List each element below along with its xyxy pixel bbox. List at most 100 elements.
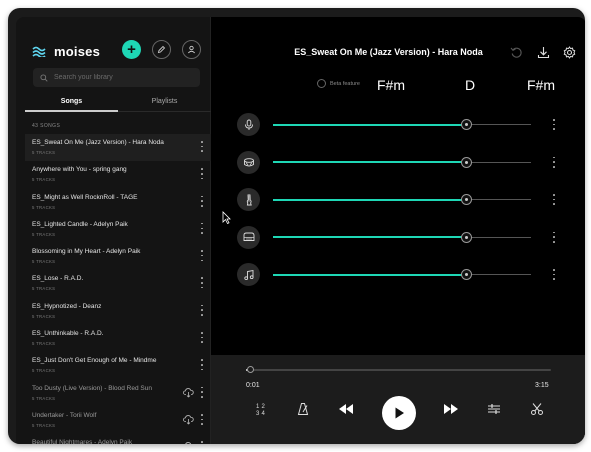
song-list-item[interactable]: Beautiful Nightmares - Adelyn Paik5 TRAC… bbox=[25, 434, 211, 444]
song-list-item[interactable]: ES_Just Don't Get Enough of Me - Mindme 5… bbox=[25, 352, 211, 379]
song-list-item[interactable]: Undertaker - Torii Wolf 5 TRACKS bbox=[25, 407, 211, 434]
progress-slider[interactable] bbox=[246, 366, 551, 373]
tab-playlists[interactable]: Playlists bbox=[118, 91, 211, 111]
song-item-tracks: 5 TRACKS bbox=[32, 286, 56, 292]
volume-knob[interactable] bbox=[461, 156, 472, 168]
player-main: ES_Sweat On Me (Jazz Version) - Hara Nod… bbox=[211, 17, 585, 444]
download-icon bbox=[537, 47, 550, 59]
library-search[interactable] bbox=[33, 68, 200, 87]
drums-stem-button[interactable] bbox=[237, 150, 260, 174]
song-item-title: ES_Just Don't Get Enough of Me - Mindme bbox=[32, 357, 157, 365]
metronome-button[interactable] bbox=[294, 400, 312, 418]
bass-volume-slider[interactable] bbox=[273, 194, 531, 205]
song-item-tracks: 5 TRACKS bbox=[32, 368, 56, 374]
other-stem-button[interactable] bbox=[237, 263, 260, 286]
bass-options-button[interactable] bbox=[552, 194, 556, 205]
trim-button[interactable] bbox=[528, 400, 546, 418]
music-note-icon bbox=[243, 269, 254, 280]
beta-feature-badge[interactable]: Beta feature bbox=[317, 79, 360, 88]
song-item-tracks: 5 TRACKS bbox=[32, 313, 56, 319]
song-item-tracks: 5 TRACKS bbox=[32, 341, 56, 347]
stem-row-bass bbox=[237, 188, 585, 226]
moises-app: moises + Songs Playlists bbox=[16, 17, 585, 444]
rewind-icon bbox=[339, 404, 353, 414]
chord-next: D bbox=[465, 77, 476, 93]
account-button[interactable] bbox=[182, 40, 201, 59]
undo-icon bbox=[510, 47, 522, 58]
song-options-button[interactable] bbox=[200, 222, 204, 234]
song-item-title: ES_Lose - R.A.D. bbox=[32, 275, 84, 283]
volume-knob[interactable] bbox=[461, 119, 472, 130]
pitch-speed-button[interactable] bbox=[485, 400, 503, 418]
song-item-title: ES_Unthinkable - R.A.D. bbox=[32, 330, 104, 338]
volume-knob[interactable] bbox=[461, 269, 472, 280]
drums-volume-slider[interactable] bbox=[273, 156, 531, 168]
settings-button[interactable] bbox=[563, 46, 576, 59]
metronome-icon bbox=[297, 403, 309, 415]
chord-current: F#m bbox=[377, 77, 405, 93]
song-options-button[interactable] bbox=[200, 332, 204, 344]
fast-forward-button[interactable] bbox=[442, 400, 460, 418]
cloud-download-icon[interactable] bbox=[183, 412, 194, 425]
song-item-tracks: 5 TRACKS bbox=[32, 204, 56, 210]
pencil-icon bbox=[157, 45, 166, 54]
play-button[interactable] bbox=[382, 396, 416, 430]
piano-stem-button[interactable] bbox=[237, 225, 260, 249]
song-options-button[interactable] bbox=[200, 250, 204, 262]
rewind-button[interactable] bbox=[337, 400, 355, 418]
song-options-button[interactable] bbox=[200, 168, 204, 180]
drums-options-button[interactable] bbox=[552, 156, 556, 168]
bass-stem-button[interactable] bbox=[237, 188, 260, 211]
volume-knob[interactable] bbox=[461, 194, 472, 205]
song-list-item[interactable]: ES_Lighted Candle - Adelyn Paik 5 TRACKS bbox=[25, 216, 211, 243]
song-list-item[interactable]: Too Dusty (Live Version) - Blood Red Sun… bbox=[25, 380, 211, 407]
cloud-download-icon[interactable] bbox=[183, 385, 194, 398]
song-item-title: ES_Might as Well RocknRoll - TAGE bbox=[32, 193, 138, 201]
piano-options-button[interactable] bbox=[552, 231, 556, 243]
svg-text:2: 2 bbox=[262, 404, 266, 410]
song-list-item[interactable]: ES_Hypnotized - Deanz 5 TRACKS bbox=[25, 298, 211, 325]
song-item-title: Undertaker - Torii Wolf bbox=[32, 411, 97, 419]
undo-button[interactable] bbox=[510, 46, 523, 59]
volume-knob[interactable] bbox=[461, 231, 472, 243]
bass-guitar-icon bbox=[246, 194, 252, 205]
song-options-button[interactable] bbox=[200, 141, 204, 152]
song-options-button[interactable] bbox=[200, 413, 204, 425]
song-item-title: ES_Lighted Candle - Adelyn Paik bbox=[32, 220, 128, 228]
other-volume-slider[interactable] bbox=[273, 269, 531, 280]
cloud-download-icon[interactable] bbox=[183, 439, 194, 444]
song-options-button[interactable] bbox=[200, 386, 204, 398]
progress-knob[interactable] bbox=[246, 366, 254, 373]
song-list-item[interactable]: ES_Sweat On Me (Jazz Version) - Hara Nod… bbox=[25, 134, 211, 162]
tab-songs[interactable]: Songs bbox=[25, 91, 118, 112]
song-options-button[interactable] bbox=[200, 441, 204, 444]
song-list-item[interactable]: ES_Might as Well RocknRoll - TAGE 5 TRACK… bbox=[25, 189, 211, 216]
drum-icon bbox=[243, 158, 254, 167]
piano-volume-slider[interactable] bbox=[273, 231, 531, 243]
song-options-button[interactable] bbox=[200, 359, 204, 371]
song-list-item[interactable]: ES_Unthinkable - R.A.D. 5 TRACKS bbox=[25, 325, 211, 352]
song-options-button[interactable] bbox=[200, 304, 204, 316]
edit-button[interactable] bbox=[152, 40, 171, 59]
search-input[interactable] bbox=[54, 74, 194, 81]
song-list-item[interactable]: Blossoming in My Heart - Adelyn Paik 5 TR… bbox=[25, 243, 211, 270]
song-list-item[interactable]: ES_Lose - R.A.D. 5 TRACKS bbox=[25, 270, 211, 297]
brand: moises bbox=[32, 44, 100, 59]
song-options-button[interactable] bbox=[200, 277, 204, 289]
song-list-item[interactable]: Anywhere with You - spring gang 5 TRACKS bbox=[25, 161, 211, 188]
add-song-button[interactable]: + bbox=[122, 40, 141, 59]
vocals-volume-slider[interactable] bbox=[273, 119, 531, 130]
vocals-stem-button[interactable] bbox=[237, 113, 260, 136]
download-button[interactable] bbox=[537, 46, 550, 59]
vocals-options-button[interactable] bbox=[552, 119, 556, 130]
song-item-tracks: 5 TRACKS bbox=[32, 150, 56, 155]
stem-mixer bbox=[237, 113, 585, 301]
song-item-title: ES_Hypnotized - Deanz bbox=[32, 302, 102, 310]
song-options-button[interactable] bbox=[200, 195, 204, 207]
count-in-button[interactable]: 1 2 3 4 bbox=[252, 400, 270, 418]
svg-text:3: 3 bbox=[256, 411, 260, 416]
song-item-tracks: 5 TRACKS bbox=[32, 395, 56, 401]
other-options-button[interactable] bbox=[552, 269, 556, 280]
stem-row-vocals bbox=[237, 113, 585, 151]
song-item-title: Blossoming in My Heart - Adelyn Paik bbox=[32, 248, 141, 256]
